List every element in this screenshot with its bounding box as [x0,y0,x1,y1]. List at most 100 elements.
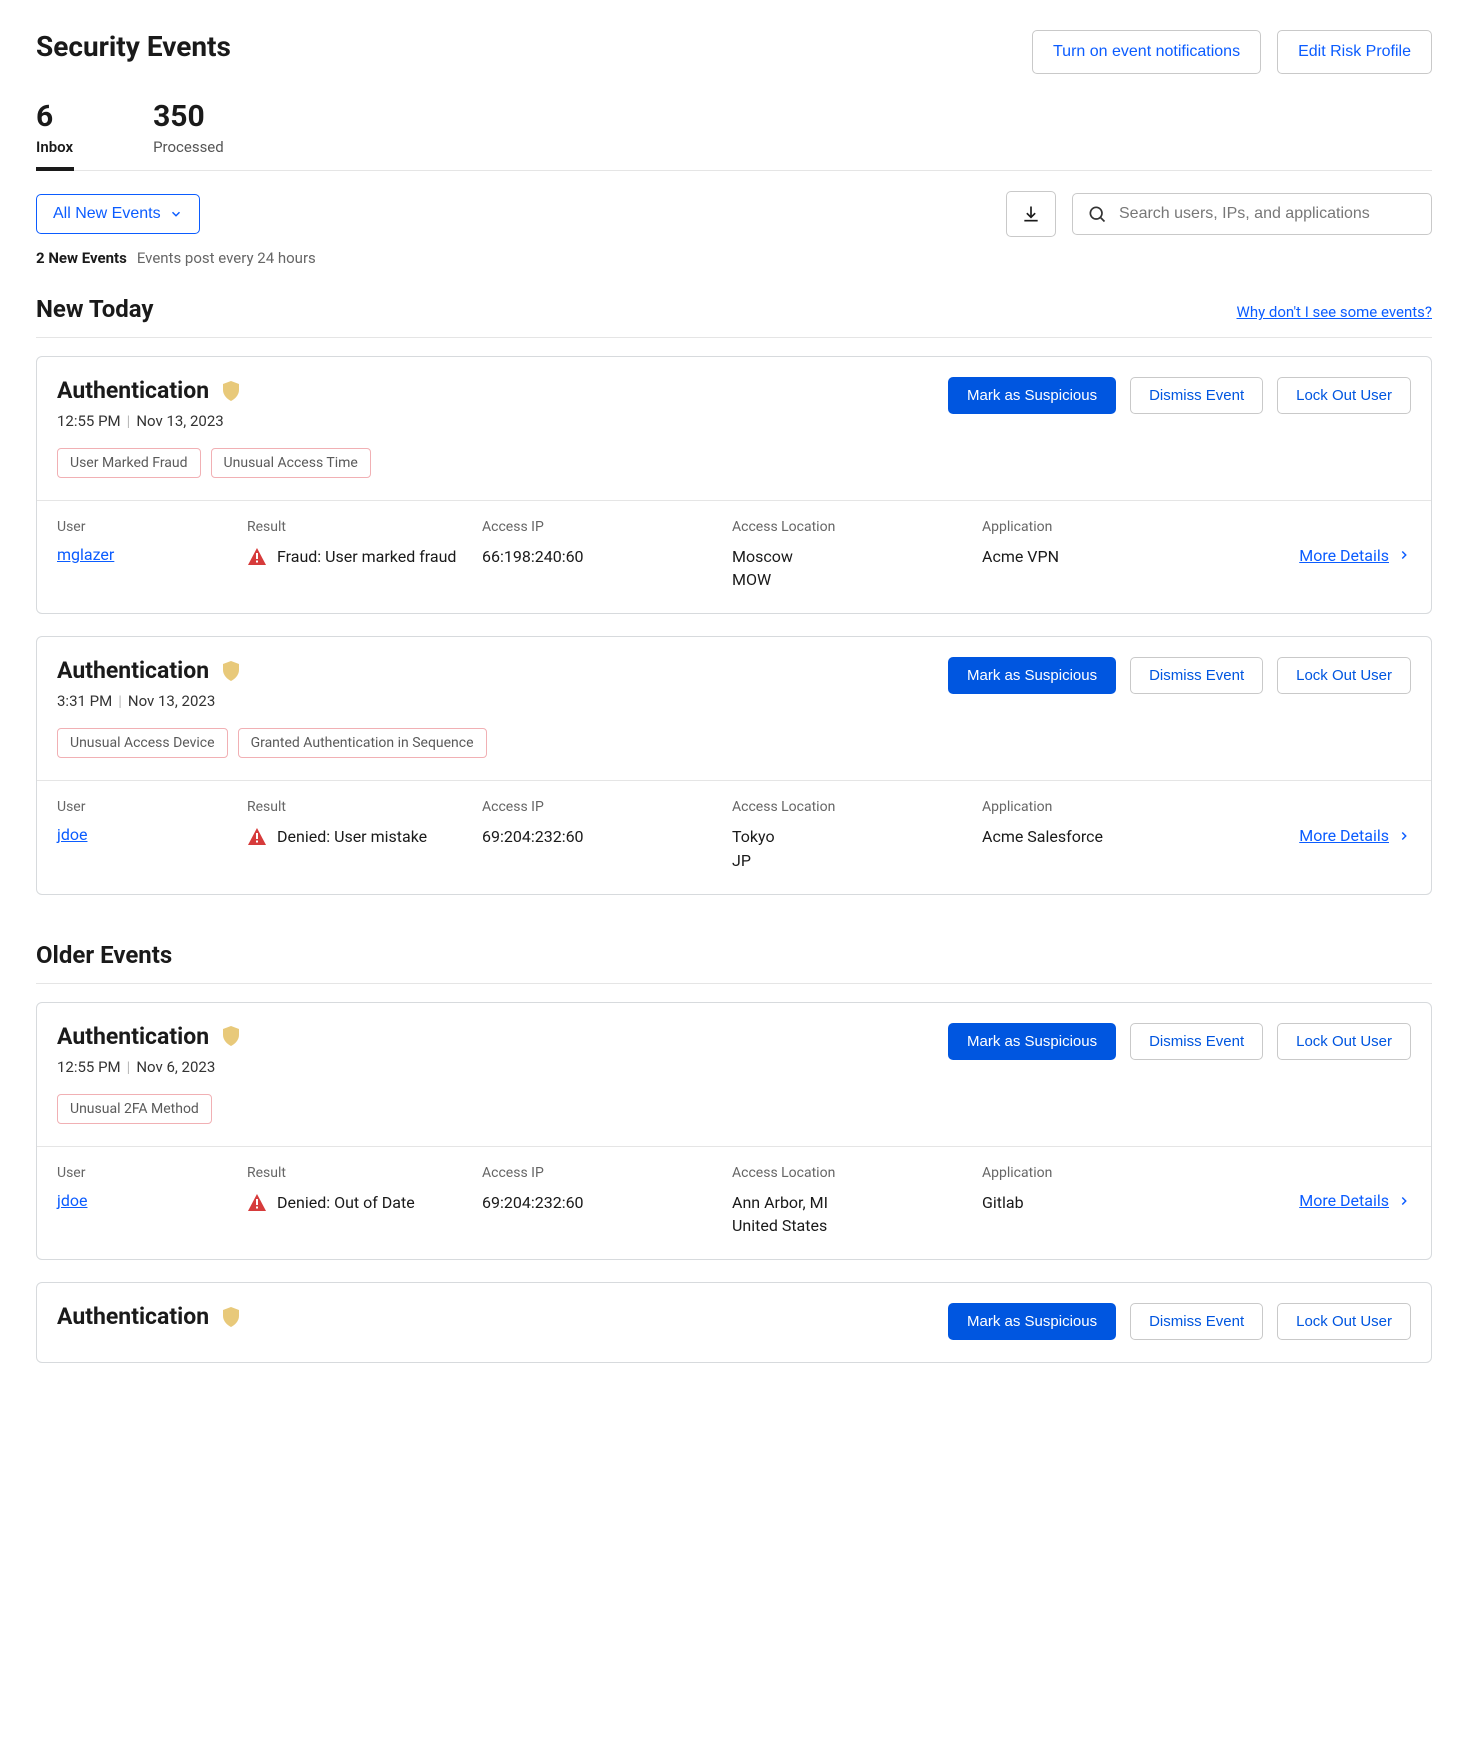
tab-inbox-count: 6 [36,102,73,132]
dismiss-button[interactable]: Dismiss Event [1130,657,1263,694]
dismiss-button[interactable]: Dismiss Event [1130,1303,1263,1340]
search-field[interactable] [1072,193,1432,235]
label-user: User [57,1165,247,1181]
label-user: User [57,799,247,815]
edit-risk-profile-button[interactable]: Edit Risk Profile [1277,30,1432,74]
page-header: Security Events Turn on event notificati… [36,30,1432,74]
event-details: UsermglazerResult Fraud: User marked frau… [37,500,1431,613]
tab-inbox-label: Inbox [36,138,73,156]
event-date: Nov 13, 2023 [128,692,215,710]
access-location-value: TokyoJP [732,825,982,871]
event-card: Authentication12:55 PM|Nov 13, 2023User … [36,356,1432,614]
event-header-left: Authentication12:55 PM|Nov 13, 2023User … [57,377,371,478]
more-details-link[interactable]: More Details [1299,826,1411,845]
more-details-link[interactable]: More Details [1299,546,1411,565]
toolbar-right [1006,191,1432,237]
divider [36,337,1432,338]
access-location-value: MoscowMOW [732,545,982,591]
label-access-ip: Access IP [482,1165,732,1181]
section-older-title: Older Events [36,941,172,969]
dismiss-button[interactable]: Dismiss Event [1130,1023,1263,1060]
event-header-left: Authentication 12:55 PM|Nov 6, 2023 Unusua… [57,1023,241,1124]
lockout-button[interactable]: Lock Out User [1277,657,1411,694]
col-access-location: Access Location TokyoJP [732,799,982,871]
col-result: ResultDenied: User mistake [247,799,482,848]
label-access-ip: Access IP [482,799,732,815]
events-hint: Events post every 24 hours [137,249,316,267]
event-meta: 12:55 PM|Nov 6, 2023 [57,1058,241,1076]
search-input[interactable] [1119,205,1417,223]
warning-icon [247,1193,267,1213]
download-button[interactable] [1006,191,1056,237]
label-application: Application [982,1165,1299,1181]
chevron-right-icon [1397,1194,1411,1208]
event-title: Authentication [57,1303,209,1330]
mark-suspicious-button[interactable]: Mark as Suspicious [948,1303,1116,1340]
tab-processed-count: 350 [153,102,224,132]
turn-on-notifications-button[interactable]: Turn on event notifications [1032,30,1261,74]
col-result: Result Denied: Out of Date [247,1165,482,1214]
section-older-header: Older Events [36,941,1432,969]
risk-chip: Unusual Access Device [57,728,228,758]
lockout-button[interactable]: Lock Out User [1277,1303,1411,1340]
warning-icon [247,547,267,567]
header-actions: Turn on event notifications Edit Risk Pr… [1032,30,1432,74]
label-result: Result [247,519,482,535]
help-link[interactable]: Why don't I see some events? [1237,303,1432,321]
risk-chip: Unusual Access Time [211,448,371,478]
col-result: Result Fraud: User marked fraud [247,519,482,568]
event-details: UserjdoeResultDenied: Out of DateAccess … [37,1146,1431,1259]
chevron-down-icon [169,207,183,221]
mark-suspicious-button[interactable]: Mark as Suspicious [948,377,1116,414]
risk-chip: Unusual 2FA Method [57,1094,212,1124]
warning-icon [247,827,267,847]
risk-chips: Unusual 2FA Method [57,1094,241,1124]
more-details-link[interactable]: More Details [1299,1191,1411,1210]
tab-inbox[interactable]: 6 Inbox [36,102,73,170]
shield-icon [221,380,241,402]
shield-icon [221,660,241,682]
result-value: Denied: Out of Date [247,1191,482,1214]
event-top: Authentication12:55 PM|Nov 13, 2023User … [37,357,1431,500]
lockout-button[interactable]: Lock Out User [1277,377,1411,414]
filter-dropdown[interactable]: All New Events [36,194,200,234]
event-title: Authentication [57,657,209,684]
dismiss-button[interactable]: Dismiss Event [1130,377,1263,414]
tabs: 6 Inbox 350 Processed [36,102,1432,171]
risk-chips: Unusual Access DeviceGranted Authenticat… [57,728,487,758]
col-application: ApplicationGitlab [982,1165,1299,1214]
toolbar: All New Events [36,191,1432,237]
event-meta: 12:55 PM|Nov 13, 2023 [57,412,371,430]
filter-label: All New Events [53,205,161,223]
access-location-value: Ann Arbor, MIUnited States [732,1191,982,1237]
mark-suspicious-button[interactable]: Mark as Suspicious [948,1023,1116,1060]
label-access-location: Access Location [732,519,982,535]
tab-processed[interactable]: 350 Processed [153,102,224,170]
col-application: ApplicationAcme VPN [982,519,1299,568]
label-result: Result [247,1165,482,1181]
chevron-right-icon [1397,829,1411,843]
mark-suspicious-button[interactable]: Mark as Suspicious [948,657,1116,694]
lockout-button[interactable]: Lock Out User [1277,1023,1411,1060]
chevron-right-icon [1397,548,1411,562]
label-access-location: Access Location [732,1165,982,1181]
event-title: Authentication [57,1023,209,1050]
user-link[interactable]: jdoe [57,1191,87,1210]
col-access-ip: Access IP 69:204:232:60 [482,1165,732,1214]
col-application: ApplicationAcme Salesforce [982,799,1299,848]
result-value: Denied: User mistake [247,825,482,848]
event-details: UserjdoeResultDenied: User mistakeAccess… [37,780,1431,893]
label-access-ip: Access IP [482,519,732,535]
label-application: Application [982,519,1299,535]
col-user: Usermglazer [57,519,247,564]
result-value: Fraud: User marked fraud [247,545,482,568]
shield-icon [221,1025,241,1047]
user-link[interactable]: mglazer [57,545,114,564]
col-access-location: Access Location MoscowMOW [732,519,982,591]
event-title-row: Authentication [57,377,371,404]
tab-processed-label: Processed [153,138,224,156]
label-access-location: Access Location [732,799,982,815]
access-ip-value: 69:204:232:60 [482,1191,732,1214]
user-link[interactable]: jdoe [57,825,87,844]
col-access-location: Access Location Ann Arbor, MIUnited State… [732,1165,982,1237]
